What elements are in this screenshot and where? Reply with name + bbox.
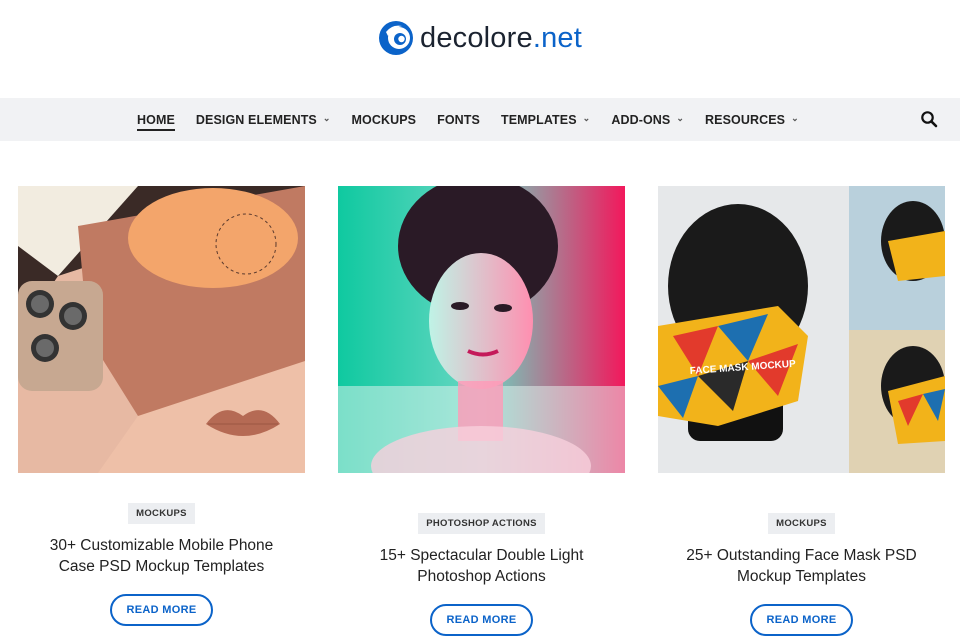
post-meta: MOCKUPS 30+ Customizable Mobile Phone Ca… xyxy=(18,503,305,626)
category-tag[interactable]: PHOTOSHOP ACTIONS xyxy=(418,513,545,534)
post-meta: MOCKUPS 25+ Outstanding Face Mask PSD Mo… xyxy=(658,513,945,636)
post-meta: PHOTOSHOP ACTIONS 15+ Spectacular Double… xyxy=(338,513,625,636)
nav-item-label: FONTS xyxy=(437,112,480,127)
chevron-down-icon: ⌄ xyxy=(791,113,799,123)
nav-item-label: MOCKUPS xyxy=(351,112,417,127)
nav-item-fonts[interactable]: FONTS xyxy=(437,113,480,127)
post-title[interactable]: 15+ Spectacular Double Light Photoshop A… xyxy=(362,545,602,587)
logo-icon xyxy=(378,21,413,55)
post-title[interactable]: 25+ Outstanding Face Mask PSD Mockup Tem… xyxy=(682,545,922,587)
search-icon[interactable] xyxy=(920,110,938,128)
nav-item-label: DESIGN ELEMENTS xyxy=(195,112,317,127)
logo-text: decolore.net xyxy=(420,22,582,55)
post-card: PHOTOSHOP ACTIONS 15+ Spectacular Double… xyxy=(338,186,625,636)
nav-item-label: TEMPLATES xyxy=(500,112,577,127)
nav-item-add-ons[interactable]: ADD-ONS ⌄ xyxy=(611,113,684,127)
read-more-button[interactable]: READ MORE xyxy=(429,604,534,636)
logo-tld: .net xyxy=(532,21,582,54)
main-nav: HOME DESIGN ELEMENTS ⌄ MOCKUPS FONTS TEM… xyxy=(0,98,960,141)
post-title[interactable]: 30+ Customizable Mobile Phone Case PSD M… xyxy=(42,535,282,577)
double-light-portrait-image[interactable] xyxy=(338,186,625,473)
nav-item-label: HOME xyxy=(137,113,175,131)
site-logo[interactable]: decolore.net xyxy=(0,20,960,64)
nav-item-mockups[interactable]: MOCKUPS xyxy=(352,113,417,127)
read-more-button[interactable]: READ MORE xyxy=(749,604,854,636)
post-card: FACE MASK MOCKUP MOCKUPS 25+ Outstanding… xyxy=(658,186,945,636)
nav-item-resources[interactable]: RESOURCES ⌄ xyxy=(705,113,799,127)
nav-item-design-elements[interactable]: DESIGN ELEMENTS ⌄ xyxy=(196,113,331,127)
phone-case-mockup-image[interactable] xyxy=(18,186,305,473)
nav-item-templates[interactable]: TEMPLATES ⌄ xyxy=(501,113,590,127)
chevron-down-icon: ⌄ xyxy=(322,113,331,123)
face-mask-mockup-image[interactable]: FACE MASK MOCKUP xyxy=(658,186,945,473)
nav-item-label: ADD-ONS xyxy=(611,112,671,127)
nav-items: HOME DESIGN ELEMENTS ⌄ MOCKUPS FONTS TEM… xyxy=(137,98,820,141)
category-tag[interactable]: MOCKUPS xyxy=(768,513,835,534)
read-more-button[interactable]: READ MORE xyxy=(109,594,214,626)
category-tag[interactable]: MOCKUPS xyxy=(128,503,195,524)
post-card: MOCKUPS 30+ Customizable Mobile Phone Ca… xyxy=(18,186,305,626)
logo-name: decolore xyxy=(419,21,533,54)
nav-item-label: RESOURCES xyxy=(705,112,786,127)
chevron-down-icon: ⌄ xyxy=(582,113,591,123)
chevron-down-icon: ⌄ xyxy=(676,113,684,123)
nav-item-home[interactable]: HOME xyxy=(137,109,175,131)
